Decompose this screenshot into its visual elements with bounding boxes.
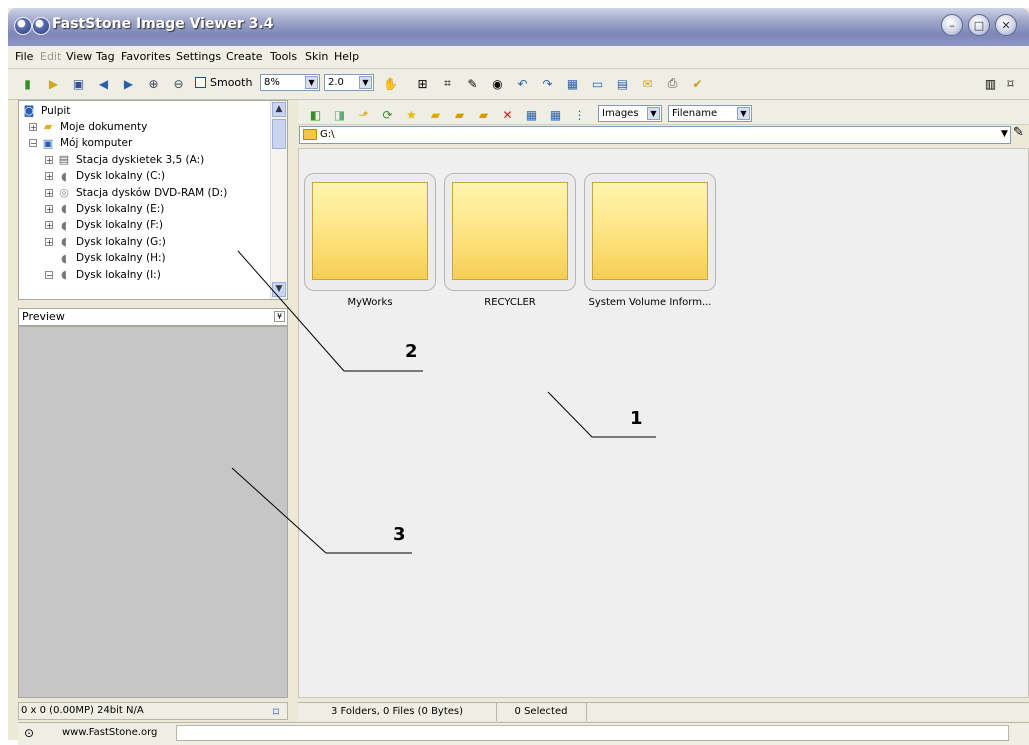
annotation-2: 2 (405, 341, 418, 362)
annotation-lines (231, 250, 656, 554)
annotation-3: 3 (393, 524, 406, 545)
annotation-1: 1 (630, 408, 643, 429)
